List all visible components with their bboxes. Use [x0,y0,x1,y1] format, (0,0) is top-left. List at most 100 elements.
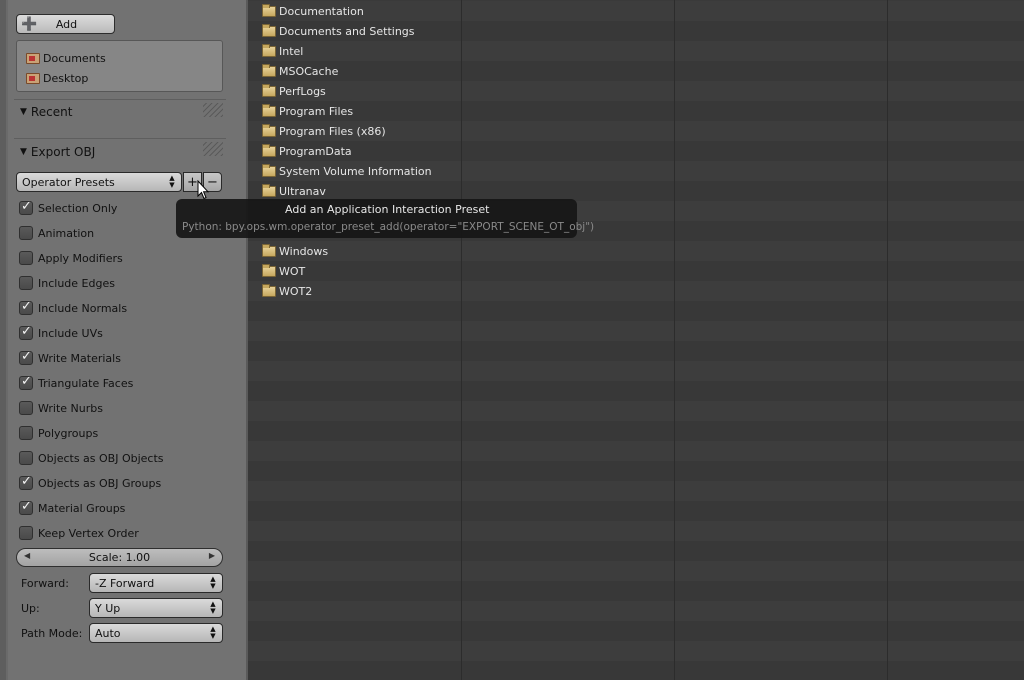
file-row[interactable]: System Volume Information [262,161,432,181]
option-checkbox-row[interactable]: Write Nurbs [19,398,103,418]
file-row[interactable]: Documentation [262,1,364,21]
checkbox[interactable] [19,251,33,265]
row-stripe [248,541,1024,561]
checkbox[interactable] [19,474,33,490]
plus-icon: ➕ [21,16,38,32]
row-stripe [248,621,1024,641]
operator-presets-select[interactable]: Operator Presets ▲ ▼ [16,172,182,192]
checkbox[interactable] [19,276,33,290]
checkbox[interactable] [19,226,33,240]
checkbox[interactable] [19,451,33,465]
checkbox[interactable] [19,349,33,365]
row-stripe [248,641,1024,661]
checkbox[interactable] [19,526,33,540]
option-checkbox-row[interactable]: Polygroups [19,423,98,443]
file-row[interactable]: ProgramData [262,141,352,161]
row-stripe [248,481,1024,501]
expand-triangle-icon: ▼ [20,107,27,117]
blender-file-browser: ➕ Add Documents Desktop ▼ Recent ▼ Expor… [0,0,1024,680]
panel-grip-icon[interactable] [203,142,223,156]
file-row[interactable]: MSOCache [262,61,338,81]
divider [14,138,226,139]
option-checkbox-row[interactable]: Keep Vertex Order [19,523,139,543]
recent-label: Recent [30,105,73,119]
forward-select[interactable]: -Z Forward ▲ ▼ [89,573,223,593]
option-checkbox-row[interactable]: Objects as OBJ Groups [19,473,161,493]
export-obj-panel-header[interactable]: ▼ Export OBJ [20,142,95,162]
file-row[interactable]: Program Files (x86) [262,121,386,141]
recent-panel-header[interactable]: ▼ Recent [20,102,72,122]
option-checkbox-row[interactable]: Include Normals [19,298,127,318]
up-select[interactable]: Y Up ▲ ▼ [89,598,223,618]
bookmark-documents[interactable]: Documents [26,49,106,67]
folder-icon [262,183,276,197]
add-bookmark-button[interactable]: ➕ Add [16,14,115,34]
row-stripe [248,461,1024,481]
row-stripe [248,241,1024,261]
bookmark-label: Documents [43,51,106,65]
row-stripe [248,401,1024,421]
option-checkbox-row[interactable]: Objects as OBJ Objects [19,448,164,468]
folder-icon [262,83,276,97]
bookmark-folder-icon [26,52,40,64]
file-name: ProgramData [279,144,352,158]
file-name: MSOCache [279,64,339,78]
option-checkbox-row[interactable]: Write Materials [19,348,121,368]
scale-field[interactable]: ◀ Scale: 1.00 ▶ [16,548,223,567]
file-row[interactable]: Documents and Settings [262,21,415,41]
file-name: PerfLogs [279,84,326,98]
row-stripe [248,661,1024,680]
option-checkbox-row[interactable]: Include UVs [19,323,103,343]
folder-icon [262,163,276,177]
file-row[interactable]: Program Files [262,101,353,121]
option-checkbox-row[interactable]: Include Edges [19,273,115,293]
file-row[interactable]: WOT [262,261,305,281]
folder-icon [262,283,276,297]
folder-icon [262,143,276,157]
bookmarks-list: Documents Desktop [16,40,223,92]
checkbox[interactable] [19,324,33,340]
folder-icon [262,43,276,57]
updown-arrows-icon: ▲ ▼ [210,575,216,590]
path-mode-select[interactable]: Auto ▲ ▼ [89,623,223,643]
decrement-arrow-icon[interactable]: ◀ [24,551,30,560]
panel-grip-icon[interactable] [203,103,223,117]
divider [14,99,226,100]
bookmark-desktop[interactable]: Desktop [26,69,88,87]
option-label: Selection Only [38,201,118,215]
option-checkbox-row[interactable]: Triangulate Faces [19,373,133,393]
row-stripe [248,261,1024,281]
option-checkbox-row[interactable]: Animation [19,223,94,243]
file-row[interactable]: Intel [262,41,303,61]
checkbox[interactable] [19,499,33,515]
checkbox[interactable] [19,199,33,215]
folder-icon [262,243,276,257]
row-stripe [248,281,1024,301]
checkbox[interactable] [19,374,33,390]
file-row[interactable]: Windows [262,241,328,261]
path-mode-label: Path Mode: [21,626,83,640]
column-separator [674,0,675,680]
file-row[interactable]: WOT2 [262,281,312,301]
file-name: WOT [279,264,306,278]
checkbox[interactable] [19,401,33,415]
increment-arrow-icon[interactable]: ▶ [209,551,215,560]
option-checkbox-row[interactable]: Material Groups [19,498,125,518]
folder-icon [262,103,276,117]
option-checkbox-row[interactable]: Apply Modifiers [19,248,123,268]
forward-label: Forward: [21,576,69,590]
folder-icon [262,23,276,37]
bookmark-label: Desktop [43,71,89,85]
checkbox[interactable] [19,426,33,440]
row-stripe [248,381,1024,401]
option-label: Triangulate Faces [38,376,134,390]
file-row[interactable]: PerfLogs [262,81,326,101]
option-label: Apply Modifiers [38,251,123,265]
file-row[interactable]: Ultranav [262,181,326,201]
option-checkbox-row[interactable]: Selection Only [19,198,117,218]
option-label: Include Edges [38,276,115,290]
row-stripe [248,441,1024,461]
tooltip-title: Add an Application Interaction Preset [285,203,490,216]
checkbox[interactable] [19,299,33,315]
up-label: Up: [21,601,40,615]
